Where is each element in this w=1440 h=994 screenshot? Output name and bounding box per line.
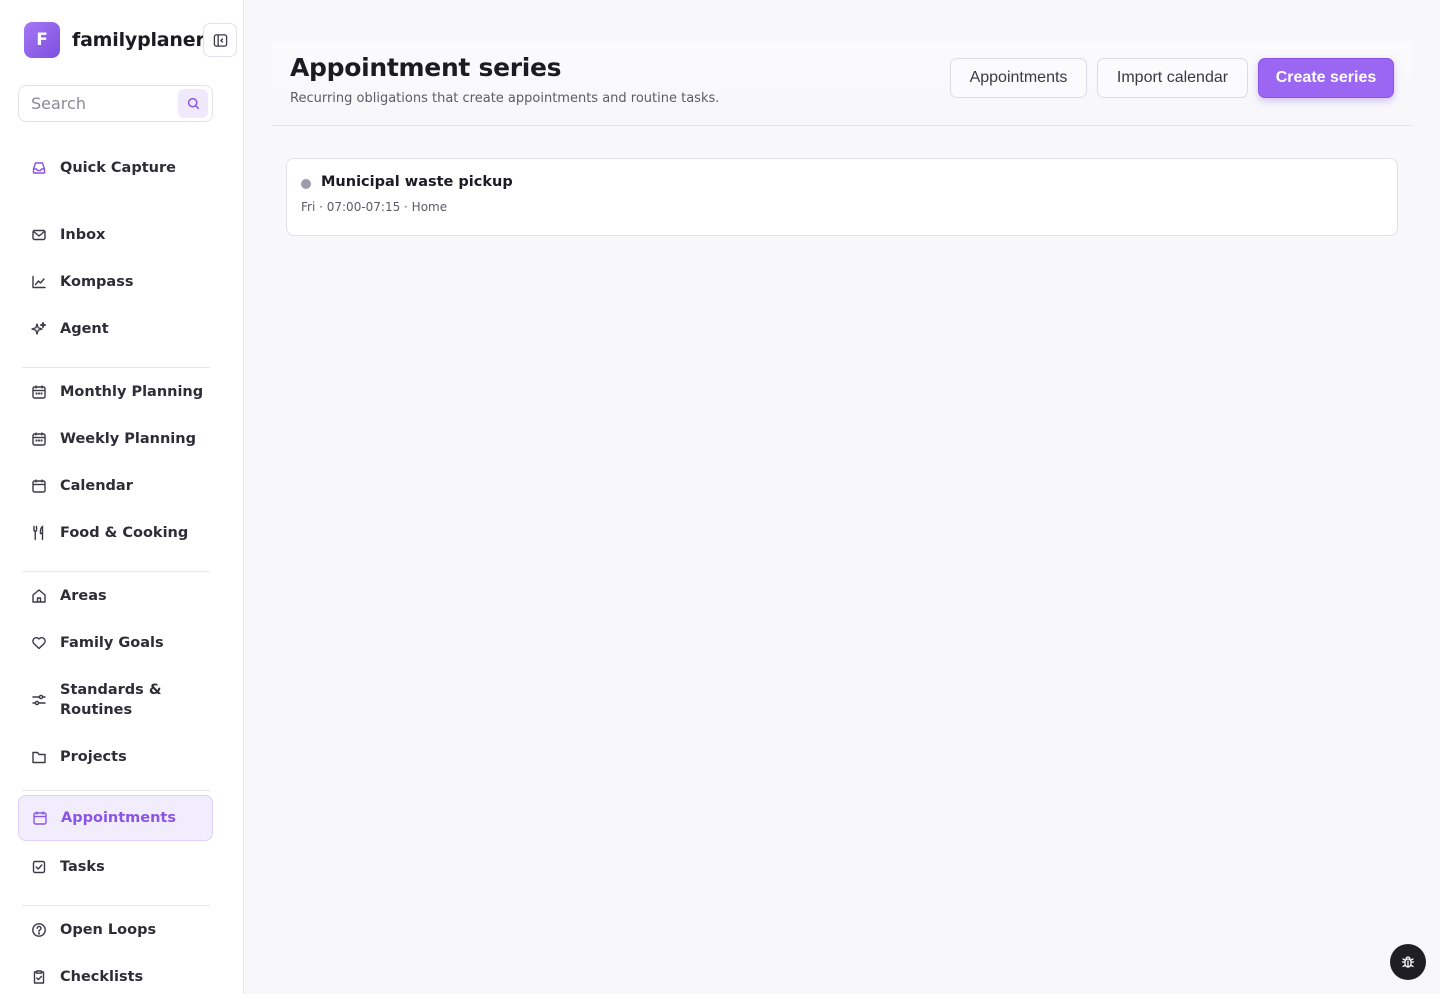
page-title: Appointment series (290, 53, 562, 82)
sidebar-item-standards-routines[interactable]: Standards & Routines (18, 674, 213, 726)
sidebar-item-agent[interactable]: Agent (18, 309, 213, 349)
sidebar-item-food-cooking[interactable]: Food & Cooking (18, 513, 213, 553)
sidebar-item-calendar[interactable]: Calendar (18, 466, 213, 506)
sidebar-divider (22, 790, 210, 791)
sidebar-item-kompass[interactable]: Kompass (18, 262, 213, 302)
sidebar-item-open-loops[interactable]: Open Loops (18, 910, 213, 950)
debug-button[interactable] (1390, 944, 1426, 980)
sidebar-item-label: Weekly Planning (60, 431, 196, 447)
brand-logo: F (24, 22, 60, 58)
series-title: Municipal waste pickup (321, 174, 513, 190)
create-series-button[interactable]: Create series (1258, 58, 1394, 98)
mail-icon (31, 227, 47, 243)
panel-left-icon (213, 33, 227, 47)
sidebar-item-weekly-planning[interactable]: Weekly Planning (18, 419, 213, 459)
page-subtitle: Recurring obligations that create appoin… (290, 91, 720, 106)
search-input[interactable] (19, 86, 177, 121)
sidebar-item-monthly-planning[interactable]: Monthly Planning (18, 372, 213, 412)
sidebar-divider (22, 367, 210, 368)
sidebar-item-label: Quick Capture (60, 160, 176, 176)
sparkles-icon (31, 321, 47, 337)
sidebar-item-inbox[interactable]: Inbox (18, 215, 213, 255)
sidebar-divider (22, 571, 210, 572)
sidebar-item-label: Standards & Routines (60, 682, 162, 718)
help-circle-icon (31, 922, 47, 938)
sidebar-item-label: Projects (60, 749, 127, 765)
sidebar-item-areas[interactable]: Areas (18, 576, 213, 616)
calendar-icon (31, 431, 47, 447)
sidebar-item-appointments[interactable]: Appointments (18, 795, 213, 841)
search-icon (187, 97, 199, 110)
home-icon (31, 588, 47, 604)
sidebar-item-label: Appointments (61, 810, 176, 826)
folder-icon (31, 749, 47, 765)
calendar-icon (32, 810, 48, 826)
app-name: familyplaner (72, 29, 205, 51)
check-square-icon (31, 859, 47, 875)
bug-icon (1401, 956, 1415, 968)
search-box (18, 85, 213, 122)
sidebar-item-label: Calendar (60, 478, 133, 494)
inbox-tray-icon (31, 160, 47, 176)
calendar-icon (31, 384, 47, 400)
collapse-sidebar-button[interactable] (203, 23, 237, 57)
sidebar-item-checklists[interactable]: Checklists (18, 957, 213, 994)
sidebar-item-family-goals[interactable]: Family Goals (18, 623, 213, 663)
sidebar-item-label: Areas (60, 588, 107, 604)
series-card[interactable]: Municipal waste pickup Fri · 07:00-07:15… (286, 158, 1398, 236)
sidebar-item-label: Tasks (60, 859, 105, 875)
sidebar-item-tasks[interactable]: Tasks (18, 847, 213, 887)
sidebar-divider (22, 905, 210, 906)
utensils-icon (31, 525, 47, 541)
search-button[interactable] (178, 89, 208, 118)
sidebar-item-label: Kompass (60, 274, 134, 290)
sidebar: F familyplaner Quick Capture (0, 0, 244, 994)
brand[interactable]: F familyplaner (24, 22, 205, 58)
sidebar-item-label: Inbox (60, 227, 106, 243)
sidebar-item-label: Checklists (60, 969, 144, 985)
sidebar-item-label: Agent (60, 321, 109, 337)
appointments-button[interactable]: Appointments (950, 58, 1087, 98)
clipboard-check-icon (31, 969, 47, 985)
sidebar-item-projects[interactable]: Projects (18, 737, 213, 777)
sidebar-item-label: Food & Cooking (60, 525, 189, 541)
sidebar-item-quick-capture[interactable]: Quick Capture (18, 148, 213, 188)
page-header: Appointment series Recurring obligations… (272, 42, 1412, 126)
sliders-icon (31, 692, 47, 708)
calendar-icon (31, 478, 47, 494)
main-content: Appointment series Recurring obligations… (244, 0, 1440, 994)
heart-icon (31, 635, 47, 651)
sidebar-item-label: Open Loops (60, 922, 157, 938)
sidebar-item-label: Family Goals (60, 635, 164, 651)
line-chart-icon (31, 274, 47, 290)
sidebar-item-label: Monthly Planning (60, 384, 204, 400)
series-color-dot (301, 179, 311, 189)
series-meta: Fri · 07:00-07:15 · Home (301, 200, 448, 214)
import-calendar-button[interactable]: Import calendar (1097, 58, 1248, 98)
